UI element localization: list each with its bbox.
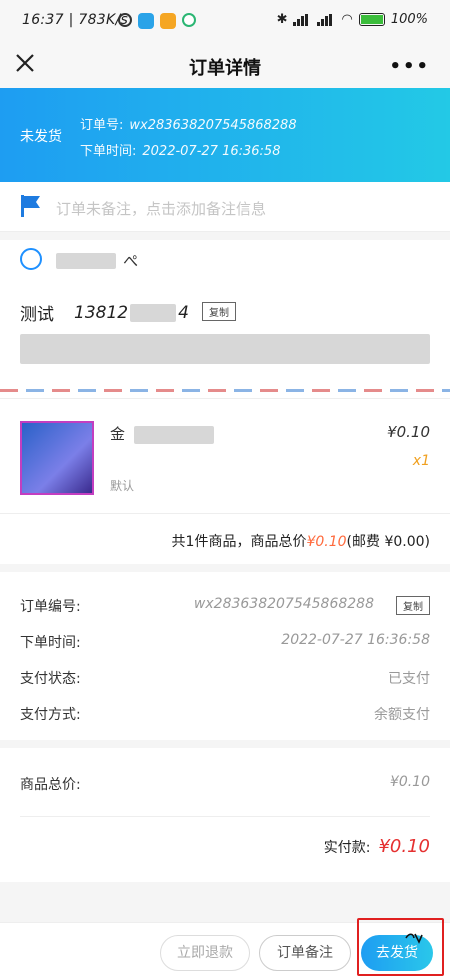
totals-card: 商品总价: ¥0.10 实付款: ¥0.10 bbox=[0, 748, 450, 882]
summary-amount: ¥0.10 bbox=[306, 534, 347, 550]
goods-total-value: ¥0.10 bbox=[389, 774, 430, 790]
info-key: 支付状态: bbox=[20, 671, 81, 687]
page-title: 订单详情 bbox=[189, 58, 261, 79]
order-status-banner: 未发货 订单号: wx283638207545868288 下单时间: 2022-0… bbox=[0, 88, 450, 182]
product-name[interactable]: 金 bbox=[110, 423, 220, 444]
info-row-pay-method: 支付方式: 余额支付 bbox=[20, 704, 430, 726]
product-price: ¥0.10 bbox=[387, 423, 430, 441]
order-time-value: 2022-07-27 16:36:58 bbox=[142, 144, 281, 159]
battery-icon bbox=[358, 13, 385, 26]
wifi-icon: ◠ bbox=[341, 12, 353, 27]
order-time-label: 下单时间: bbox=[80, 144, 137, 159]
summary-shipping: (邮费 ¥0.00) bbox=[346, 534, 430, 550]
contact-line: 测试 13812 4 bbox=[20, 300, 189, 326]
goods-divider bbox=[0, 513, 450, 514]
status-time: 16:37 | 783K/s bbox=[22, 12, 129, 28]
blurred-buyer-name bbox=[56, 252, 116, 269]
goods-card: 金 ¥0.10 x1 默认 共1件商品，商品总价¥0.10(邮费 ¥0.00) bbox=[0, 398, 450, 564]
summary-prefix: 共1件商品，商品总价 bbox=[171, 534, 307, 550]
order-info-card: 订单编号: wx283638207545868288 复制 下单时间: 2022… bbox=[0, 572, 450, 740]
nav-bar: 订单详情 ••• bbox=[0, 44, 450, 88]
battery-percent: 100% bbox=[390, 12, 428, 27]
goods-total-row: 商品总价: ¥0.10 bbox=[20, 774, 430, 796]
alarm-icon bbox=[118, 13, 132, 27]
info-row-order-no: 订单编号: wx283638207545868288 复制 bbox=[20, 596, 430, 618]
totals-divider bbox=[20, 816, 430, 817]
refund-button[interactable]: 立即退款 bbox=[160, 935, 250, 971]
order-state: 未发货 bbox=[20, 129, 62, 145]
goods-summary: 共1件商品，商品总价¥0.10(邮费 ¥0.00) bbox=[172, 531, 430, 551]
status-app-icons bbox=[118, 13, 196, 29]
info-key: 订单编号: bbox=[20, 599, 81, 615]
info-value: 余额支付 bbox=[374, 707, 430, 723]
info-key: 下单时间: bbox=[20, 635, 81, 651]
flag-icon bbox=[21, 195, 40, 217]
copy-contact-button[interactable]: 复制 bbox=[202, 302, 236, 321]
action-bar: 立即退款 订单备注 去发货 bbox=[0, 922, 450, 978]
paid-amount: ¥0.10 bbox=[378, 836, 430, 857]
info-value: 已支付 bbox=[388, 671, 430, 687]
blurred-product-name bbox=[134, 425, 215, 444]
order-time-line: 下单时间: 2022-07-27 16:36:58 bbox=[80, 140, 280, 159]
order-remark-row[interactable]: 订单未备注，点击添加备注信息 bbox=[0, 182, 450, 232]
green-app-icon bbox=[182, 13, 196, 27]
order-no-line: 订单号: wx283638207545868288 bbox=[80, 114, 297, 133]
product-thumbnail[interactable] bbox=[20, 421, 94, 495]
phone-suffix: 4 bbox=[178, 302, 189, 323]
product-spec: 默认 bbox=[110, 479, 135, 493]
signal-icon bbox=[293, 13, 311, 26]
blurred-address bbox=[20, 334, 430, 364]
address-card: ぺ 测试 13812 4 复制 bbox=[0, 240, 450, 398]
remark-placeholder: 订单未备注，点击添加备注信息 bbox=[56, 200, 267, 218]
order-no-label: 订单号: bbox=[80, 118, 124, 133]
order-note-button[interactable]: 订单备注 bbox=[259, 935, 351, 971]
product-name-prefix: 金 bbox=[110, 425, 126, 443]
order-no-value: wx283638207545868288 bbox=[129, 118, 297, 133]
buyer-name: ぺ bbox=[56, 250, 138, 270]
info-value: wx283638207545868288 bbox=[193, 596, 374, 612]
status-right: ✱ ◠ 100% bbox=[277, 12, 428, 27]
user-icon bbox=[20, 248, 42, 270]
orange-app-icon bbox=[160, 13, 176, 29]
info-row-pay-status: 支付状态: 已支付 bbox=[20, 668, 430, 690]
status-bar: 16:37 | 783K/s ✱ ◠ 100% bbox=[0, 0, 450, 44]
cursor-icon bbox=[405, 933, 423, 944]
paid-row: 实付款: ¥0.10 bbox=[324, 836, 430, 857]
paid-label: 实付款: bbox=[323, 840, 371, 856]
buyer-name-suffix: ぺ bbox=[123, 252, 139, 270]
envelope-divider bbox=[0, 389, 450, 392]
airplane-app-icon bbox=[138, 13, 154, 29]
contact-name: 测试 bbox=[20, 305, 54, 325]
goods-total-label: 商品总价: bbox=[20, 777, 81, 793]
info-value: 2022-07-27 16:36:58 bbox=[281, 632, 430, 648]
info-row-order-time: 下单时间: 2022-07-27 16:36:58 bbox=[20, 632, 430, 654]
copy-order-no-button[interactable]: 复制 bbox=[396, 596, 430, 615]
product-qty: x1 bbox=[412, 453, 430, 469]
more-icon[interactable]: ••• bbox=[389, 56, 430, 77]
bluetooth-icon: ✱ bbox=[276, 12, 288, 27]
blurred-phone bbox=[130, 303, 177, 322]
info-key: 支付方式: bbox=[20, 707, 81, 723]
phone-prefix: 13812 bbox=[74, 302, 129, 323]
signal-icon-2 bbox=[317, 13, 335, 26]
